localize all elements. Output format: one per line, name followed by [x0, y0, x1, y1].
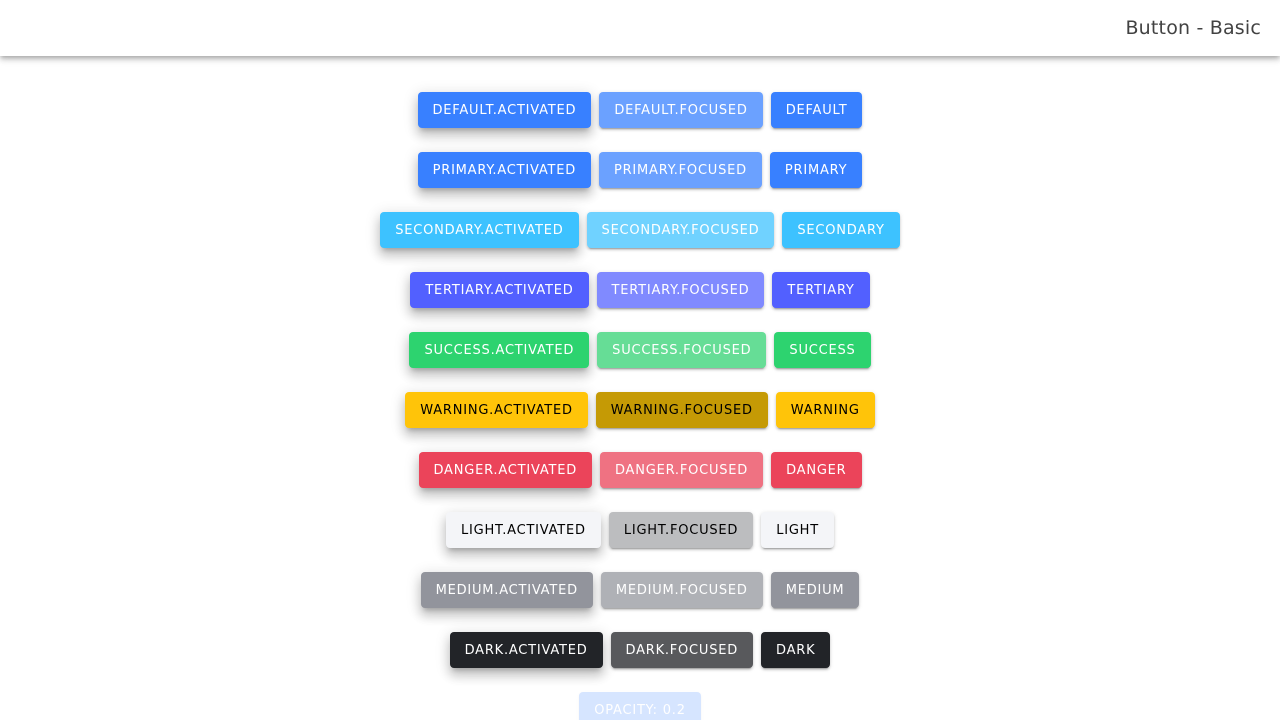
- success-activated-button[interactable]: SUCCESS.ACTIVATED: [409, 332, 590, 368]
- medium-activated-button[interactable]: MEDIUM.ACTIVATED: [420, 572, 593, 608]
- dark-button[interactable]: DARK: [761, 632, 831, 668]
- button-row-medium: MEDIUM.ACTIVATED MEDIUM.FOCUSED MEDIUM: [0, 572, 1280, 608]
- opacity-button[interactable]: OPACITY: 0.2: [579, 692, 701, 720]
- button-row-success: SUCCESS.ACTIVATED SUCCESS.FOCUSED SUCCES…: [0, 332, 1280, 368]
- secondary-focused-button[interactable]: SECONDARY.FOCUSED: [586, 212, 775, 248]
- button-row-dark: DARK.ACTIVATED DARK.FOCUSED DARK: [0, 632, 1280, 668]
- button-row-primary: PRIMARY.ACTIVATED PRIMARY.FOCUSED PRIMAR…: [0, 152, 1280, 188]
- tertiary-activated-button[interactable]: TERTIARY.ACTIVATED: [410, 272, 589, 308]
- dark-focused-button[interactable]: DARK.FOCUSED: [610, 632, 754, 668]
- warning-button[interactable]: WARNING: [775, 392, 875, 428]
- button-row-opacity: OPACITY: 0.2: [0, 692, 1280, 720]
- default-activated-button[interactable]: DEFAULT.ACTIVATED: [417, 92, 592, 128]
- page-title: Button - Basic: [1125, 17, 1261, 39]
- button-row-light: LIGHT.ACTIVATED LIGHT.FOCUSED LIGHT: [0, 512, 1280, 548]
- warning-activated-button[interactable]: WARNING.ACTIVATED: [405, 392, 588, 428]
- dark-activated-button[interactable]: DARK.ACTIVATED: [449, 632, 603, 668]
- primary-activated-button[interactable]: PRIMARY.ACTIVATED: [417, 152, 591, 188]
- primary-button[interactable]: PRIMARY: [769, 152, 863, 188]
- button-row-warning: WARNING.ACTIVATED WARNING.FOCUSED WARNIN…: [0, 392, 1280, 428]
- danger-button[interactable]: DANGER: [771, 452, 862, 488]
- button-row-tertiary: TERTIARY.ACTIVATED TERTIARY.FOCUSED TERT…: [0, 272, 1280, 308]
- button-row-default: DEFAULT.ACTIVATED DEFAULT.FOCUSED DEFAUL…: [0, 92, 1280, 128]
- tertiary-focused-button[interactable]: TERTIARY.FOCUSED: [596, 272, 765, 308]
- default-focused-button[interactable]: DEFAULT.FOCUSED: [599, 92, 763, 128]
- tertiary-button[interactable]: TERTIARY: [772, 272, 870, 308]
- danger-activated-button[interactable]: DANGER.ACTIVATED: [418, 452, 592, 488]
- danger-focused-button[interactable]: DANGER.FOCUSED: [600, 452, 764, 488]
- warning-focused-button[interactable]: WARNING.FOCUSED: [595, 392, 768, 428]
- toolbar: Button - Basic: [0, 0, 1280, 56]
- light-focused-button[interactable]: LIGHT.FOCUSED: [608, 512, 754, 548]
- content-area: DEFAULT.ACTIVATED DEFAULT.FOCUSED DEFAUL…: [0, 56, 1280, 720]
- secondary-button[interactable]: SECONDARY: [782, 212, 900, 248]
- medium-focused-button[interactable]: MEDIUM.FOCUSED: [600, 572, 763, 608]
- success-focused-button[interactable]: SUCCESS.FOCUSED: [597, 332, 767, 368]
- default-button[interactable]: DEFAULT: [770, 92, 863, 128]
- secondary-activated-button[interactable]: SECONDARY.ACTIVATED: [380, 212, 579, 248]
- success-button[interactable]: SUCCESS: [774, 332, 871, 368]
- button-row-secondary: SECONDARY.ACTIVATED SECONDARY.FOCUSED SE…: [0, 212, 1280, 248]
- light-activated-button[interactable]: LIGHT.ACTIVATED: [446, 512, 601, 548]
- light-button[interactable]: LIGHT: [761, 512, 834, 548]
- medium-button[interactable]: MEDIUM: [770, 572, 860, 608]
- button-row-danger: DANGER.ACTIVATED DANGER.FOCUSED DANGER: [0, 452, 1280, 488]
- primary-focused-button[interactable]: PRIMARY.FOCUSED: [598, 152, 762, 188]
